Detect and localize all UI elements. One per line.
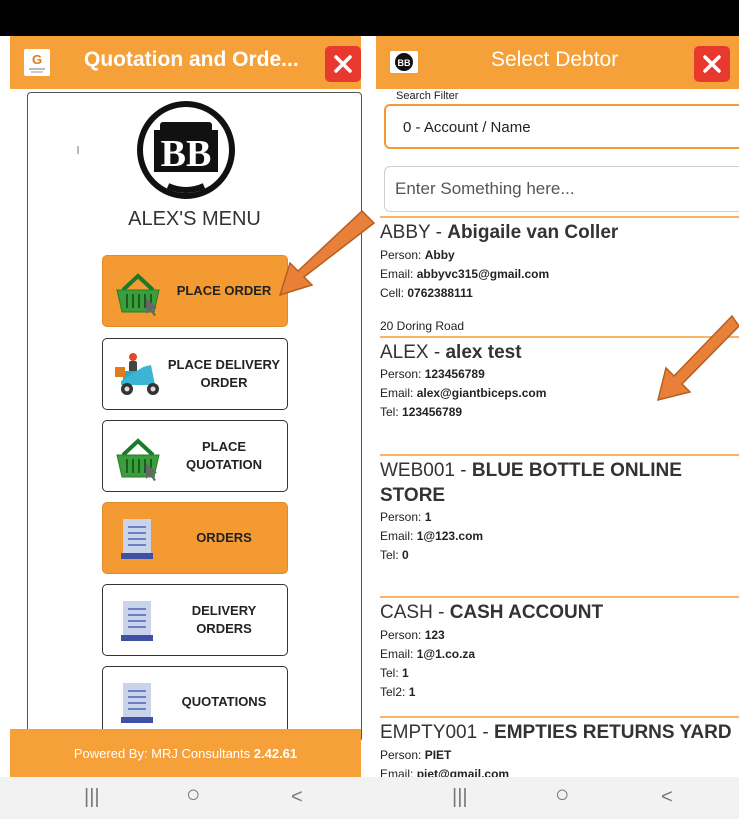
svg-text:G: G (32, 52, 42, 67)
debtor-title: ABBY - Abigaile van Coller (380, 222, 618, 244)
orders-label: ORDERS (196, 530, 252, 545)
close-button[interactable] (325, 46, 361, 82)
debtor-title: EMPTY001 - EMPTIES RETURNS YARD (380, 722, 732, 744)
place-delivery-order-button[interactable]: PLACE DELIVERY ORDER (102, 338, 288, 410)
debtor-code: WEB001 - (380, 460, 472, 481)
search-filter-select[interactable]: 0 - Account / Name (384, 104, 739, 149)
document-icon (113, 515, 163, 563)
annotation-arrow-icon (278, 209, 376, 297)
navigation-bar: ||| ○ < ||| ○ < (0, 777, 739, 819)
delivery-orders-button[interactable]: DELIVERY ORDERS (102, 584, 288, 656)
delivery-scooter-icon (113, 351, 163, 399)
debtor-tel: Tel: 1 (380, 666, 409, 680)
debtor-email: Email: 1@123.com (380, 529, 484, 543)
place-order-label: PLACE ORDER (176, 283, 272, 298)
place-quotation-label: PLACE QUOTATION (185, 439, 263, 472)
debtor-name-continued: STORE (380, 485, 446, 506)
document-icon (113, 597, 163, 645)
company-logo: BB (134, 100, 238, 200)
delivery-orders-label: DELIVERY ORDERS (191, 603, 257, 636)
debtor-person: Person: Abby (380, 248, 455, 262)
divider (380, 716, 739, 718)
divider (77, 146, 79, 154)
debtor-name: EMPTIES RETURNS YARD (494, 722, 732, 743)
home-icon[interactable]: ○ (555, 783, 570, 807)
debtor-person: Person: 123 (380, 628, 445, 642)
debtor-code: ABBY - (380, 222, 448, 243)
debtor-person: Person: PIET (380, 748, 452, 762)
debtor-title: CASH - CASH ACCOUNT (380, 602, 603, 624)
quotations-button[interactable]: QUOTATIONS (102, 666, 288, 738)
recents-icon[interactable]: ||| (84, 787, 100, 807)
debtor-name: BLUE BOTTLE ONLINE (471, 460, 682, 481)
annotation-arrow-icon (656, 314, 739, 402)
search-filter-label: Search Filter (396, 90, 459, 102)
left-app-header: G Quotation and Orde... (10, 36, 361, 89)
quotations-label: QUOTATIONS (181, 694, 267, 709)
close-icon (703, 55, 721, 73)
orders-button[interactable]: ORDERS (102, 502, 288, 574)
app-logo-icon: G (24, 49, 50, 76)
debtor-person: Person: 123456789 (380, 367, 485, 381)
debtor-logo-icon: BB (390, 51, 418, 73)
back-icon[interactable]: < (661, 787, 673, 807)
debtor-code: ALEX - (380, 342, 446, 363)
app-version: 2.42.61 (253, 745, 298, 761)
close-button[interactable] (694, 46, 730, 82)
search-input[interactable] (395, 177, 725, 201)
debtor-name: alex test (445, 342, 522, 363)
debtor-email: Email: alex@giantbiceps.com (380, 386, 547, 400)
recents-icon[interactable]: ||| (452, 787, 468, 807)
divider (380, 216, 739, 218)
basket-icon (113, 433, 163, 481)
search-filter-value: 0 - Account / Name (403, 119, 531, 136)
debtor-title: WEB001 - BLUE BOTTLE ONLINE (380, 460, 682, 482)
basket-icon (113, 268, 163, 316)
close-icon (334, 55, 352, 73)
right-app-header: BB Select Debtor (376, 36, 739, 89)
debtor-person: Person: 1 (380, 510, 432, 524)
search-box (384, 166, 739, 212)
debtor-email: Email: 1@1.co.za (380, 647, 476, 661)
app-title: Quotation and Orde... (84, 48, 299, 71)
footer: Powered By: MRJ Consultants 2.42.61 (10, 729, 361, 777)
divider (380, 596, 739, 598)
debtor-tel2: Tel2: 1 (380, 685, 416, 699)
home-icon[interactable]: ○ (186, 783, 201, 807)
debtor-tel: Tel: 123456789 (380, 405, 463, 419)
status-bar (0, 0, 739, 36)
debtor-code: CASH - (380, 602, 450, 623)
debtor-tel: Tel: 0 (380, 548, 409, 562)
back-icon[interactable]: < (291, 787, 303, 807)
debtor-name: Abigaile van Coller (447, 222, 619, 243)
debtor-cell: Cell: 0762388111 (380, 286, 473, 300)
svg-text:BB: BB (398, 58, 411, 68)
divider (380, 454, 739, 456)
debtor-address: 20 Doring Road (380, 319, 465, 333)
debtor-code: EMPTY001 - (380, 722, 495, 743)
select-debtor-title: Select Debtor (491, 48, 619, 71)
place-quotation-button[interactable]: PLACE QUOTATION (102, 420, 288, 492)
debtor-email: Email: piet@gmail.com (380, 767, 510, 777)
place-order-button[interactable]: PLACE ORDER (102, 255, 288, 327)
footer-text: Powered By: MRJ Consultants (73, 745, 254, 761)
debtor-name: CASH ACCOUNT (449, 602, 604, 623)
debtor-title: ALEX - alex test (380, 342, 522, 364)
debtor-email: Email: abbyvc315@gmail.com (380, 267, 550, 281)
svg-text:BB: BB (161, 133, 212, 175)
place-delivery-order-label: PLACE DELIVERY ORDER (167, 357, 281, 390)
document-icon (113, 679, 163, 727)
